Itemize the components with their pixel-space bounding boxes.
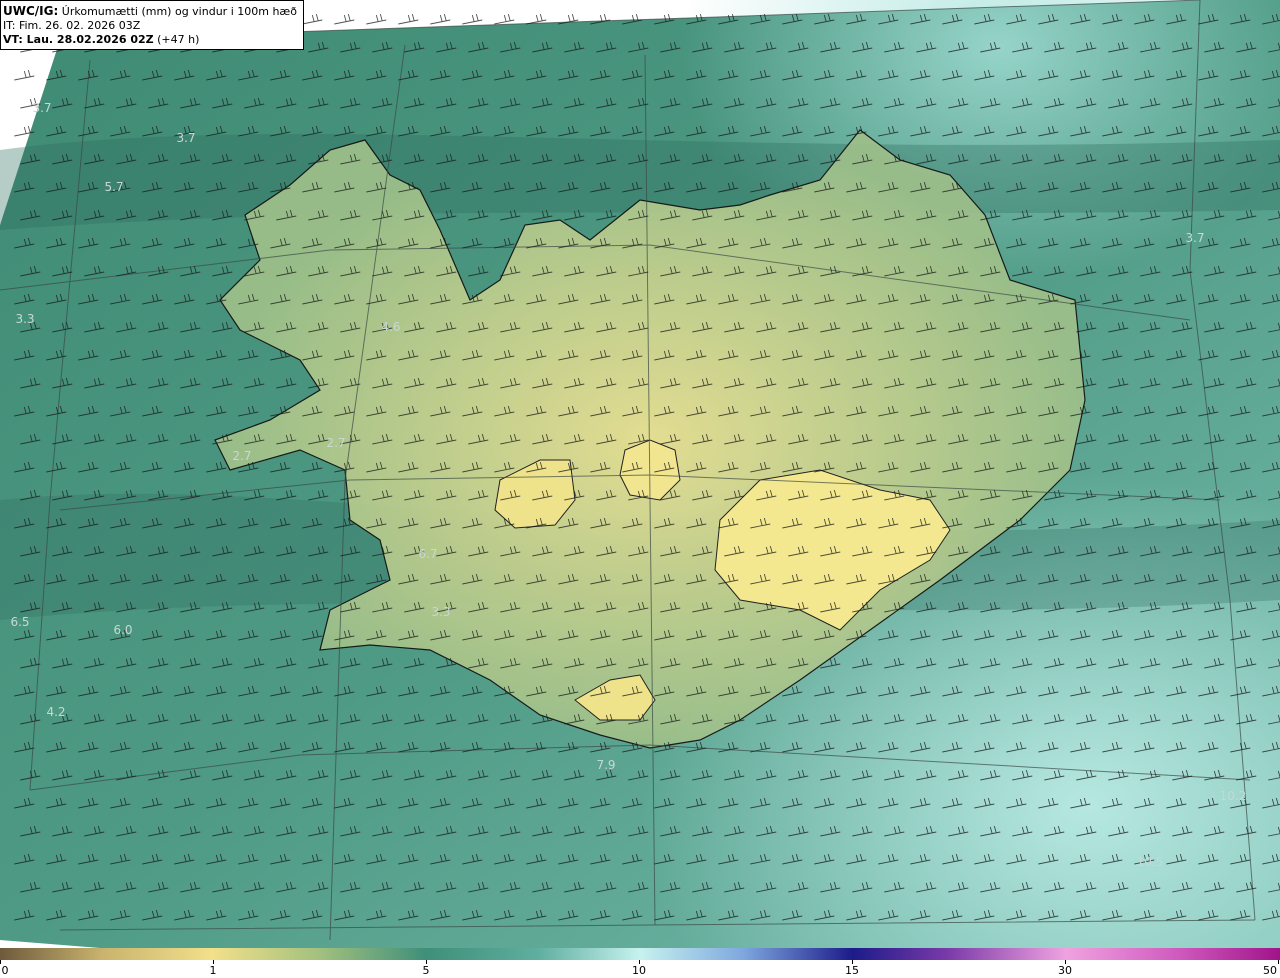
colorbar-tick [1278,960,1279,964]
value-label: 3.7 [32,101,52,115]
colorbar-tick-label: 10 [632,964,646,977]
value-label: 10.5 [1136,855,1164,869]
value-label: 3.3 [15,312,35,326]
map-info-box: UWC/IG: Úrkomumætti (mm) og vindur i 100… [0,0,304,50]
value-label: 3.7 [1185,231,1205,245]
value-label: 6.5 [10,615,30,629]
value-label: 10.2 [1219,789,1247,803]
colorbar-tick-label: 5 [422,964,430,977]
colorbar [0,948,1280,960]
value-label: 3.3 [431,605,451,619]
value-label: 2.7 [232,449,252,463]
valid-time-line: VT: Lau. 28.02.2026 02Z (+47 h) [3,33,200,46]
value-label: 2.7 [326,436,346,450]
value-label: 4.2 [46,705,66,719]
value-label: 6.0 [113,623,133,637]
value-label: 6.7 [418,547,438,561]
colorbar-tick-label: 1 [209,964,217,977]
colorbar-tick-label: 0 [1,964,9,977]
value-label: 5.7 [104,180,124,194]
colorbar-tick-label: 30 [1058,964,1072,977]
value-label: 7.9 [596,758,616,772]
colorbar-tick-label: 50 [1263,964,1277,977]
value-label: 4.6 [381,320,401,334]
value-label: 3.7 [176,131,196,145]
map-title-line: UWC/IG: Úrkomumætti (mm) og vindur i 100… [3,4,297,18]
colorbar-tick-label: 15 [845,964,859,977]
init-time-line: IT: Fim. 26. 02. 2026 03Z [3,19,141,32]
